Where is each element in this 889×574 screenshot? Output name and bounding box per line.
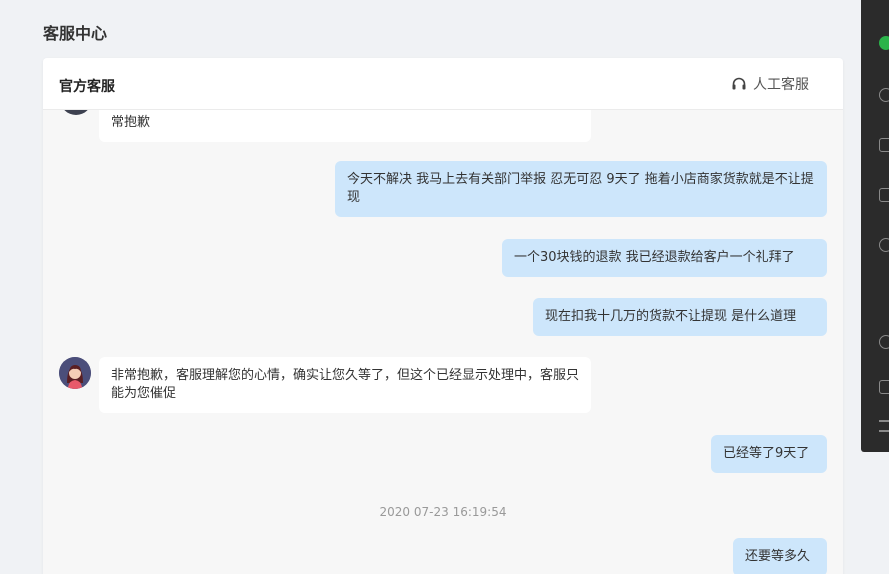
message-text: 今天不解决 我马上去有关部门举报 忍无可忍 9天了 拖着小店商家货款就是不让提现 — [347, 172, 814, 205]
settings-icon[interactable] — [879, 238, 889, 252]
agent-avatar — [60, 110, 92, 115]
message-text: 一个30块钱的退款 我已经退款给客户一个礼拜了 — [514, 250, 795, 265]
headset-icon — [731, 76, 747, 92]
message-text: 已经等了9天了 — [723, 446, 810, 461]
human-agent-label: 人工客服 — [753, 77, 809, 93]
agent-avatar — [59, 357, 91, 389]
chat-header: 官方客服 人工客服 — [43, 58, 843, 110]
file-icon[interactable] — [879, 380, 889, 394]
human-agent-button[interactable]: 人工客服 — [731, 74, 809, 94]
user-message: 今天不解决 我马上去有关部门举报 忍无可忍 9天了 拖着小店商家货款就是不让提现 — [335, 161, 827, 217]
page-title: 客服中心 — [43, 24, 108, 43]
folder-icon[interactable] — [879, 188, 889, 202]
message-text: 现在扣我十几万的货款不让提现 是什么道理 — [545, 309, 797, 324]
message-timestamp: 2020 07-23 16:19:54 — [379, 505, 507, 519]
user-message: 现在扣我十几万的货款不让提现 是什么道理 — [533, 298, 827, 336]
circle-icon[interactable] — [879, 335, 889, 349]
agent-message: 非常抱歉，客服理解您的心情，确实让您久等了，但这个已经显示处理中，客服只能为您催… — [99, 357, 591, 413]
chat-title: 官方客服 — [59, 79, 115, 95]
user-message: 还要等多久 — [733, 538, 827, 574]
message-text: 常抱歉 — [111, 115, 151, 130]
chat-message-list[interactable]: 常抱歉 今天不解决 我马上去有关部门举报 忍无可忍 9天了 拖着小店商家货款就是… — [43, 110, 843, 574]
chat-panel: 官方客服 人工客服 常抱歉 今天不解决 我马上去有关部门举报 忍无可忍 9天了 … — [43, 58, 843, 574]
menu-icon[interactable] — [879, 420, 889, 432]
message-text: 非常抱歉，客服理解您的心情，确实让您久等了，但这个已经显示处理中，客服只能为您催… — [111, 368, 580, 401]
box-icon[interactable] — [879, 138, 889, 152]
chat-bubble-icon[interactable] — [879, 36, 889, 50]
user-message: 一个30块钱的退款 我已经退款给客户一个礼拜了 — [502, 239, 827, 277]
message-text: 还要等多久 — [745, 549, 811, 564]
side-dock — [861, 0, 889, 452]
user-icon[interactable] — [879, 88, 889, 102]
agent-message: 常抱歉 — [99, 110, 591, 142]
user-message: 已经等了9天了 — [711, 435, 827, 473]
